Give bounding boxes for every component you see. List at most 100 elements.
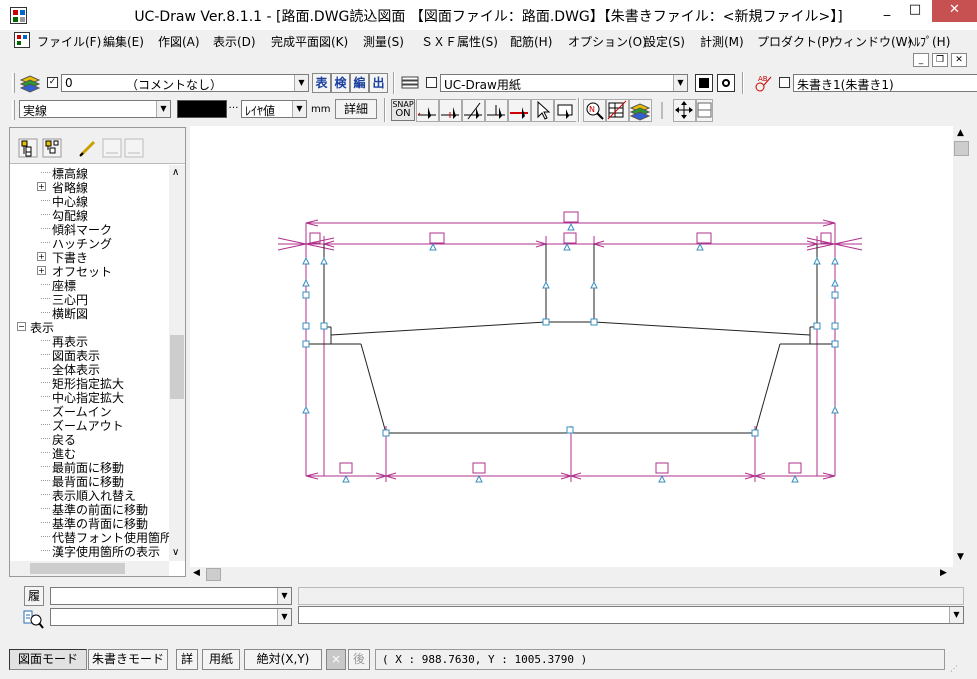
scroll-down-icon[interactable]: ∨ bbox=[172, 547, 179, 558]
tree-item[interactable]: 横断図 bbox=[52, 305, 88, 322]
scroll-up-icon[interactable]: ∧ bbox=[172, 167, 179, 178]
edit-button[interactable]: 編 bbox=[350, 73, 369, 93]
dimension-text-box[interactable] bbox=[655, 462, 669, 474]
zoom-icon[interactable]: N bbox=[583, 99, 606, 122]
resize-grip-icon[interactable]: ⋰ bbox=[950, 664, 968, 674]
cancel-input-button[interactable]: × bbox=[326, 649, 346, 670]
scroll-thumb[interactable] bbox=[170, 335, 184, 399]
layer-select[interactable]: 0 （コメントなし） ▼ bbox=[61, 74, 309, 92]
drawing-mode-button[interactable]: 図面モード bbox=[9, 649, 87, 670]
chevron-down-icon[interactable]: ▼ bbox=[294, 75, 308, 91]
menu-rebar[interactable]: 配筋(H) bbox=[510, 33, 552, 50]
grip-handle[interactable] bbox=[813, 322, 821, 330]
scroll-thumb[interactable] bbox=[30, 563, 125, 574]
grip-handle[interactable] bbox=[566, 426, 574, 434]
menu-view[interactable]: 表示(D) bbox=[213, 33, 256, 50]
snap-perpendicular-icon[interactable] bbox=[485, 99, 508, 122]
paper-select[interactable]: UC-Draw用紙 ▼ bbox=[440, 74, 688, 92]
chevron-down-icon[interactable]: ▼ bbox=[673, 75, 687, 91]
scroll-down-icon[interactable]: ▼ bbox=[957, 552, 964, 562]
grip-handle[interactable] bbox=[302, 291, 310, 299]
redline-checkbox[interactable] bbox=[779, 77, 790, 88]
tree-item[interactable]: 漢字使用箇所の表示 bbox=[52, 543, 160, 560]
scroll-left-icon[interactable]: ◀ bbox=[193, 568, 200, 578]
magnifier-icon[interactable] bbox=[23, 609, 45, 631]
dimension-text-box[interactable] bbox=[429, 232, 445, 244]
linewidth-select[interactable]: ﾚｲﾔ値 ▼ bbox=[241, 100, 307, 118]
drawing-canvas[interactable] bbox=[190, 126, 953, 567]
toolbar-grip[interactable] bbox=[12, 73, 15, 93]
back-button[interactable]: 後 bbox=[348, 649, 370, 670]
history-select[interactable]: ▼ bbox=[50, 587, 292, 605]
chevron-down-icon[interactable]: ▼ bbox=[949, 607, 963, 623]
table-button[interactable]: 表 bbox=[312, 73, 331, 93]
expand-icon[interactable]: + bbox=[37, 182, 46, 191]
paper-stack-icon[interactable] bbox=[399, 72, 421, 94]
menu-survey[interactable]: 測量(S) bbox=[363, 33, 404, 50]
grid-icon[interactable] bbox=[606, 99, 629, 122]
tree-expand-icon[interactable] bbox=[18, 138, 38, 158]
collapse-icon[interactable]: − bbox=[17, 322, 26, 331]
linetype-select[interactable]: 実線 ▼ bbox=[19, 100, 171, 118]
scroll-up-icon[interactable]: ▲ bbox=[957, 128, 964, 138]
mdi-minimize-button[interactable]: _ bbox=[913, 53, 929, 67]
dimension-text-box[interactable] bbox=[696, 232, 712, 244]
tree-vertical-scrollbar[interactable]: ∧ ∨ bbox=[169, 165, 185, 561]
color-swatch[interactable] bbox=[177, 100, 227, 118]
layer-stack-icon[interactable] bbox=[629, 99, 652, 122]
expand-icon[interactable]: + bbox=[37, 252, 46, 261]
grip-handle[interactable] bbox=[831, 291, 839, 299]
menu-settings[interactable]: 設定(S) bbox=[644, 33, 685, 50]
paper-frame-icon[interactable] bbox=[695, 74, 713, 92]
menu-help[interactable]: ﾍﾙﾌﾟ(H) bbox=[908, 33, 950, 50]
menu-edit[interactable]: 編集(E) bbox=[103, 33, 144, 50]
canvas-horizontal-scrollbar[interactable]: ◀ ▶ bbox=[190, 567, 953, 582]
check-button[interactable]: 検 bbox=[331, 73, 350, 93]
dimension-text-box[interactable] bbox=[563, 211, 579, 223]
absolute-coord-button[interactable]: 絶対(X,Y) bbox=[244, 649, 322, 670]
redline-select[interactable]: 朱書き1(朱書き1) bbox=[793, 74, 977, 92]
snap-midpoint-icon[interactable] bbox=[439, 99, 462, 122]
menu-completion-plan[interactable]: 完成平面図(K) bbox=[271, 33, 348, 50]
color-more-button[interactable]: … bbox=[228, 100, 239, 118]
paper-settings-icon[interactable] bbox=[717, 74, 735, 92]
dimension-text-box[interactable] bbox=[563, 232, 577, 244]
window-layout-icon[interactable] bbox=[696, 99, 713, 122]
tree-collapse-icon[interactable] bbox=[42, 138, 62, 158]
chevron-down-icon[interactable]: ▼ bbox=[292, 101, 306, 117]
minimize-button[interactable]: _ bbox=[872, 0, 902, 22]
pen-icon[interactable] bbox=[79, 140, 96, 157]
canvas-vertical-scrollbar[interactable]: ▲ ▼ bbox=[953, 126, 970, 567]
chevron-down-icon[interactable]: ▼ bbox=[277, 609, 291, 625]
pointer-select-icon[interactable] bbox=[531, 99, 554, 122]
grip-handle[interactable] bbox=[590, 318, 598, 326]
scroll-right-icon[interactable]: ▶ bbox=[940, 568, 947, 578]
toolbar-grip[interactable] bbox=[12, 100, 15, 120]
grip-handle[interactable] bbox=[382, 429, 390, 437]
menu-sxf-attribute[interactable]: ＳＸＦ属性(S) bbox=[421, 33, 498, 50]
command-select[interactable]: ▼ bbox=[298, 606, 964, 624]
tree-horizontal-scrollbar[interactable] bbox=[10, 561, 169, 576]
chevron-down-icon[interactable]: ▼ bbox=[277, 588, 291, 604]
menu-options[interactable]: オプション(O) bbox=[568, 33, 647, 50]
snap-toggle-button[interactable]: SNAP ON bbox=[391, 99, 415, 121]
maximize-button[interactable]: □ bbox=[900, 0, 930, 22]
move-icon[interactable] bbox=[673, 99, 696, 122]
grip-handle[interactable] bbox=[542, 318, 550, 326]
detail-button[interactable]: 詳細 bbox=[335, 99, 377, 119]
history-button[interactable]: 履 bbox=[24, 586, 44, 606]
menu-window[interactable]: ウィンドウ(W) bbox=[831, 33, 912, 50]
grip-handle[interactable] bbox=[320, 322, 328, 330]
dimension-text-box[interactable] bbox=[339, 462, 353, 474]
menu-product[interactable]: プロダクト(P) bbox=[757, 33, 834, 50]
mdi-close-button[interactable]: ✕ bbox=[951, 53, 967, 67]
menu-draw[interactable]: 作図(A) bbox=[158, 33, 200, 50]
dimension-text-box[interactable] bbox=[788, 462, 802, 474]
chevron-down-icon[interactable]: ▼ bbox=[156, 101, 170, 117]
menu-measure[interactable]: 計測(M) bbox=[700, 33, 744, 50]
paper-status-button[interactable]: 用紙 bbox=[202, 649, 240, 670]
grip-handle[interactable] bbox=[751, 429, 759, 437]
scroll-thumb[interactable] bbox=[954, 141, 969, 156]
layer-visible-checkbox[interactable]: ✓ bbox=[47, 77, 58, 88]
paper-checkbox[interactable] bbox=[426, 77, 437, 88]
